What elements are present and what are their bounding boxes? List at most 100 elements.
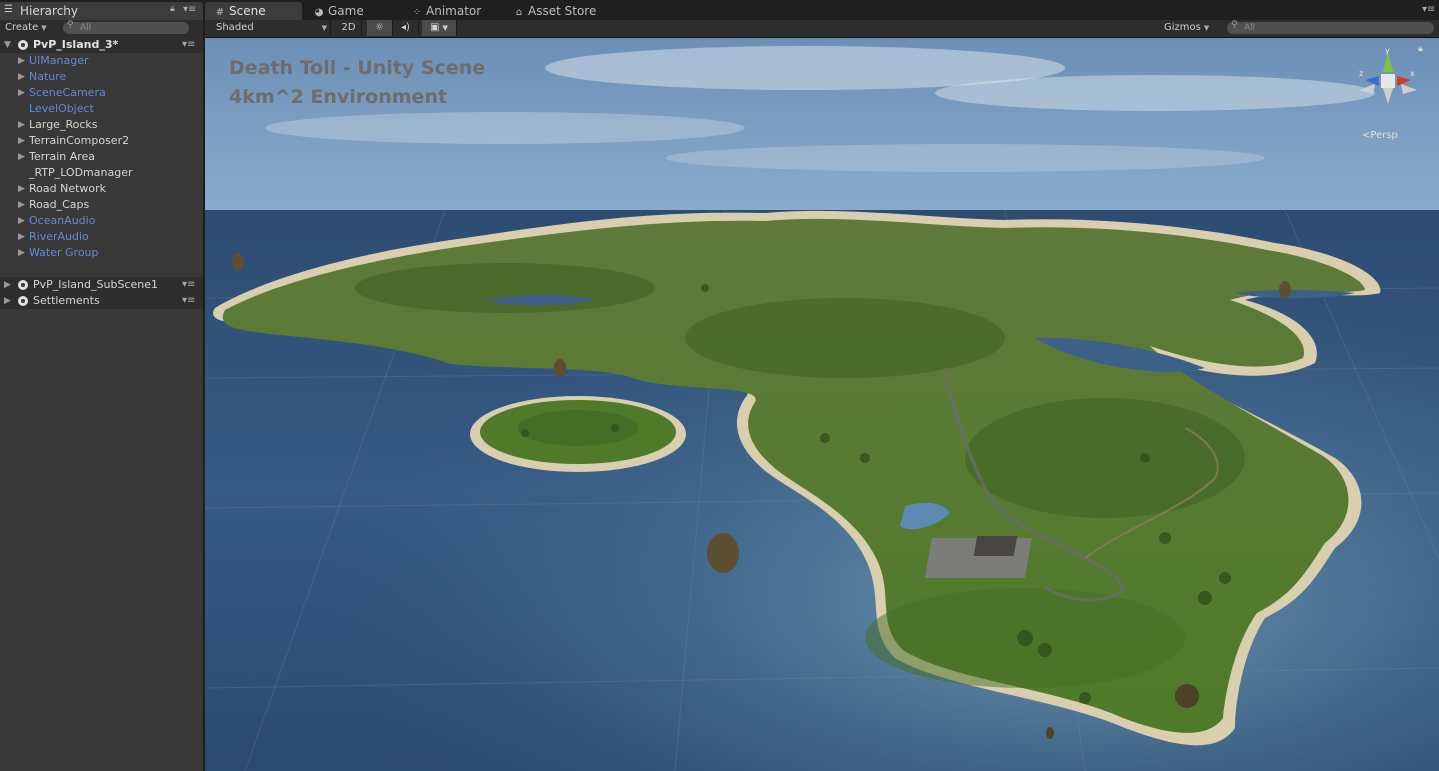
gizmo-neg-x-cone[interactable] [1359, 84, 1375, 94]
scene-viewport[interactable]: Death Toll - Unity Scene 4km^2 Environme… [205, 38, 1439, 771]
panel-menu-icon[interactable]: ▾≡ [1422, 4, 1435, 15]
gizmo-x-cone[interactable] [1397, 76, 1411, 86]
lock-icon[interactable]: 🔒︎ [170, 4, 175, 14]
hierarchy-item[interactable]: ▶ Road Network [0, 181, 203, 197]
hierarchy-item[interactable]: ▶ Large_Rocks [0, 117, 203, 133]
hierarchy-item[interactable]: ▶ Terrain Area [0, 149, 203, 165]
foldout-collapsed-icon[interactable]: ▶ [4, 293, 11, 309]
hierarchy-item-label: Road_Caps [29, 198, 90, 211]
hierarchy-item-label: Large_Rocks [29, 118, 98, 131]
gizmo-center-cube[interactable] [1381, 74, 1395, 88]
tab-animator-label: Animator [426, 4, 482, 18]
foldout-collapsed-icon[interactable]: ▶ [18, 53, 25, 69]
gizmo-z-cone[interactable] [1365, 76, 1379, 86]
tab-scene[interactable]: # Scene [205, 2, 302, 20]
scene-render [205, 46, 1439, 771]
gizmos-dropdown[interactable]: Gizmos ▼ [1164, 20, 1209, 36]
hierarchy-item[interactable]: _RTP_LODmanager [0, 165, 203, 181]
search-icon: ⚲ [67, 20, 74, 30]
hierarchy-item-label: Road Network [29, 182, 107, 195]
tab-game[interactable]: ◕ Game [312, 2, 402, 20]
unity-scene-icon [18, 280, 28, 290]
foldout-collapsed-icon[interactable]: ▶ [18, 133, 25, 149]
toggle-2d-label: 2D [341, 22, 356, 33]
hierarchy-tabbar: ☰ Hierarchy 🔒︎ ▾≡ [0, 0, 203, 20]
hierarchy-search-placeholder: All [80, 23, 92, 33]
gizmo-neg-y-cone[interactable] [1383, 88, 1393, 104]
unity-scene-icon [18, 40, 28, 50]
hierarchy-panel: ☰ Hierarchy 🔒︎ ▾≡ Create ▼ ⚲ All ▼ PvP_Isl… [0, 0, 203, 771]
tab-game-label: Game [328, 4, 364, 18]
scene-menu-icon[interactable]: ▾≡ [182, 277, 195, 293]
gizmo-z-label: z [1359, 69, 1363, 78]
hierarchy-item[interactable]: ▶ SceneCamera [0, 85, 203, 101]
tab-hierarchy[interactable]: ☰ Hierarchy 🔒︎ ▾≡ [0, 2, 203, 20]
effects-dropdown[interactable]: ▣ ▼ [422, 20, 457, 36]
hierarchy-item[interactable]: ▶ UIManager [0, 53, 203, 69]
hierarchy-item[interactable]: ▶ OceanAudio [0, 213, 203, 229]
panel-menu-icon[interactable]: ▾≡ [183, 4, 196, 15]
foldout-collapsed-icon[interactable]: ▶ [18, 245, 25, 261]
projection-label: Persp [1370, 130, 1398, 141]
scene-name: PvP_Island_3* [33, 38, 119, 51]
chevron-down-icon: ▼ [321, 24, 327, 32]
image-icon: ▣ [430, 22, 440, 33]
tab-asset-store-label: Asset Store [528, 4, 597, 18]
hierarchy-item-label: Terrain Area [29, 150, 96, 163]
foldout-collapsed-icon[interactable]: ▶ [18, 213, 25, 229]
gizmo-x-label: x [1410, 69, 1415, 78]
foldout-collapsed-icon[interactable]: ▶ [18, 181, 25, 197]
hierarchy-item[interactable]: ▶ TerrainComposer2 [0, 133, 203, 149]
hierarchy-item[interactable]: ▶ RiverAudio [0, 229, 203, 245]
scene-toolbar: Shaded ▼ 2D ☼ ◂) ▣ ▼ Gizmos ▼ ⚲ All [205, 20, 1439, 38]
speaker-icon: ◂) [401, 22, 410, 33]
orientation-gizmo[interactable]: y x z [1355, 46, 1421, 116]
scene-search-input[interactable]: ⚲ All [1227, 20, 1434, 34]
gizmo-neg-z-cone[interactable] [1401, 84, 1417, 94]
lighting-toggle[interactable]: ☼ [367, 20, 393, 36]
scene-tabbar: # Scene ◕ Game ⁘ Animator ⌂ Asset Store ▾≡ [205, 0, 1439, 20]
create-label: Create [5, 22, 39, 33]
hierarchy-item[interactable]: ▶ Water Group [0, 245, 203, 261]
create-dropdown[interactable]: Create ▼ [5, 20, 47, 36]
hierarchy-search-input[interactable]: ⚲ All [63, 20, 189, 34]
gizmo-y-cone[interactable] [1383, 52, 1393, 72]
foldout-collapsed-icon[interactable]: ▶ [18, 69, 25, 85]
projection-toggle[interactable]: <Persp [1362, 130, 1398, 141]
foldout-collapsed-icon[interactable]: ▶ [18, 117, 25, 133]
toggle-2d-button[interactable]: 2D [336, 20, 362, 36]
audio-toggle[interactable]: ◂) [393, 20, 419, 36]
foldout-collapsed-icon[interactable]: ▶ [18, 85, 25, 101]
scene-menu-icon[interactable]: ▾≡ [182, 293, 195, 309]
scene-row[interactable]: ▶ Settlements ▾≡ [0, 293, 203, 309]
scene-panel: # Scene ◕ Game ⁘ Animator ⌂ Asset Store ▾≡ S… [205, 0, 1439, 771]
foldout-collapsed-icon[interactable]: ▶ [18, 149, 25, 165]
scene-row[interactable]: ▼ PvP_Island_3* ▾≡ [0, 37, 203, 53]
tab-animator[interactable]: ⁘ Animator [410, 2, 500, 20]
hierarchy-item[interactable]: LevelObject [0, 101, 203, 117]
sun-icon: ☼ [375, 22, 384, 33]
foldout-collapsed-icon[interactable]: ▶ [4, 277, 11, 293]
hierarchy-item[interactable]: ▶ Road_Caps [0, 197, 203, 213]
foldout-expanded-icon[interactable]: ▼ [4, 37, 11, 53]
foldout-collapsed-icon[interactable]: ▶ [18, 197, 25, 213]
list-icon: ☰ [4, 4, 13, 15]
draw-mode-dropdown[interactable]: Shaded ▼ [205, 20, 331, 36]
tab-asset-store[interactable]: ⌂ Asset Store [512, 2, 612, 20]
tab-scene-label: Scene [229, 4, 266, 18]
hierarchy-item-label: SceneCamera [29, 86, 106, 99]
search-icon: ⚲ [1231, 20, 1238, 30]
hierarchy-tab-label: Hierarchy [20, 4, 79, 18]
hierarchy-item[interactable]: ▶ Nature [0, 69, 203, 85]
lock-icon[interactable]: 🔒︎ [1418, 44, 1423, 54]
chevron-down-icon: ▼ [1203, 24, 1210, 32]
overlay-line-2: 4km^2 Environment [229, 86, 448, 108]
chevron-down-icon: ▼ [442, 24, 448, 32]
foldout-collapsed-icon[interactable]: ▶ [18, 229, 25, 245]
scene-name: Settlements [33, 294, 100, 307]
scene-row[interactable]: ▶ PvP_Island_SubScene1 ▾≡ [0, 277, 203, 293]
unity-scene-icon [18, 296, 28, 306]
hierarchy-item-label: Water Group [29, 246, 99, 259]
scene-menu-icon[interactable]: ▾≡ [182, 37, 195, 53]
